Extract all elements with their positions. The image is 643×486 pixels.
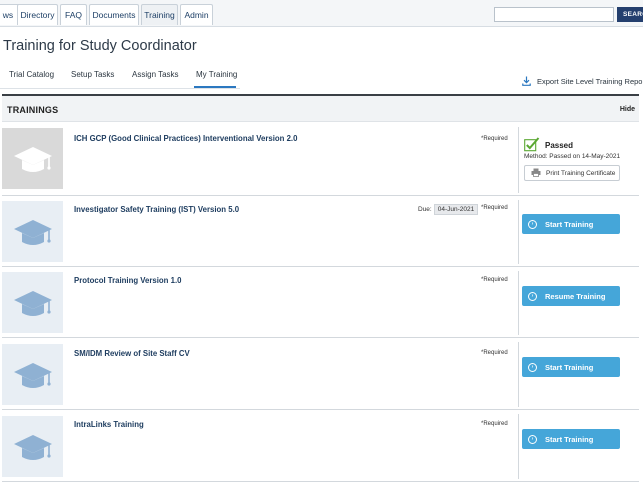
tab-my-training[interactable]: My Training	[196, 70, 237, 79]
print-certificate-label: Print Training Certificate	[546, 169, 616, 177]
training-title[interactable]: Protocol Training Version 1.0	[74, 276, 181, 285]
start-training-label: Start Training	[545, 219, 594, 229]
training-thumbnail	[2, 128, 63, 189]
start-training-label: Start Training	[545, 434, 594, 444]
nav-tab-faq[interactable]: FAQ	[60, 4, 87, 25]
training-row: Investigator Safety Training (IST) Versi…	[2, 196, 639, 267]
graduation-cap-icon	[2, 128, 63, 189]
required-label: *Required	[481, 136, 508, 142]
export-report-label: Export Site Level Training Report	[537, 76, 643, 86]
trainings-section-header: TRAININGS Hide	[2, 96, 639, 122]
row-divider	[518, 414, 519, 479]
row-divider	[518, 127, 519, 193]
top-nav: ws Directory FAQ Documents Training Admi…	[0, 0, 643, 27]
nav-tab-admin[interactable]: Admin	[180, 4, 213, 25]
start-training-button[interactable]: › Start Training	[522, 429, 620, 449]
row-divider	[518, 342, 519, 407]
nav-tab-training[interactable]: Training	[141, 4, 178, 25]
training-thumbnail	[2, 272, 63, 333]
training-thumbnail	[2, 416, 63, 477]
training-title[interactable]: SM/IDM Review of Site Staff CV	[74, 349, 190, 358]
graduation-cap-icon	[2, 344, 63, 405]
start-training-label: Start Training	[545, 362, 594, 372]
due-date-value: 04-Jun-2021	[433, 204, 479, 215]
tab-assign-tasks[interactable]: Assign Tasks	[132, 70, 179, 79]
nav-tab-directory[interactable]: Directory	[17, 4, 58, 25]
passed-method: Method: Passed on 14-May-2021	[524, 153, 621, 160]
training-title[interactable]: ICH GCP (Good Clinical Practices) Interv…	[74, 134, 297, 143]
due-date: Due: 04-Jun-2021	[418, 204, 479, 215]
tab-setup-tasks[interactable]: Setup Tasks	[71, 70, 114, 79]
required-label: *Required	[481, 277, 508, 283]
graduation-cap-icon	[2, 272, 63, 333]
resume-training-button[interactable]: › Resume Training	[522, 286, 620, 306]
required-label: *Required	[481, 205, 508, 211]
due-label: Due:	[418, 206, 432, 213]
export-report-link[interactable]: Export Site Level Training Report	[522, 76, 643, 86]
resume-training-label: Resume Training	[545, 291, 606, 301]
page-title: Training for Study Coordinator	[3, 38, 197, 54]
required-label: *Required	[481, 421, 508, 427]
row-divider	[518, 271, 519, 335]
chevron-right-circle-icon: ›	[528, 219, 537, 229]
tab-trial-catalog[interactable]: Trial Catalog	[9, 70, 54, 79]
training-thumbnail	[2, 344, 63, 405]
chevron-right-circle-icon: ›	[528, 434, 537, 444]
section-title: TRAININGS	[7, 105, 59, 115]
training-title[interactable]: Investigator Safety Training (IST) Versi…	[74, 205, 239, 214]
nav-tab-documents[interactable]: Documents	[89, 4, 139, 25]
hide-button[interactable]: Hide	[620, 106, 635, 113]
training-row: Protocol Training Version 1.0 *Required …	[2, 267, 639, 338]
start-training-button[interactable]: › Start Training	[522, 214, 620, 234]
search-input[interactable]	[494, 7, 614, 22]
chevron-right-circle-icon: ›	[528, 291, 537, 301]
training-row: SM/IDM Review of Site Staff CV *Required…	[2, 338, 639, 410]
training-thumbnail	[2, 201, 63, 262]
graduation-cap-icon	[2, 201, 63, 262]
printer-icon	[531, 168, 541, 179]
training-title[interactable]: IntraLinks Training	[74, 420, 144, 429]
active-tab-indicator	[194, 86, 236, 88]
start-training-button[interactable]: › Start Training	[522, 357, 620, 377]
search-button[interactable]: SEARC	[617, 7, 643, 22]
print-certificate-button[interactable]: Print Training Certificate	[524, 165, 620, 181]
subtab-divider	[0, 88, 240, 89]
graduation-cap-icon	[2, 416, 63, 477]
download-icon	[522, 76, 531, 86]
training-row: IntraLinks Training *Required › Start Tr…	[2, 410, 639, 482]
row-divider	[518, 200, 519, 264]
chevron-right-circle-icon: ›	[528, 362, 537, 372]
passed-label: Passed	[545, 141, 574, 150]
required-label: *Required	[481, 350, 508, 356]
